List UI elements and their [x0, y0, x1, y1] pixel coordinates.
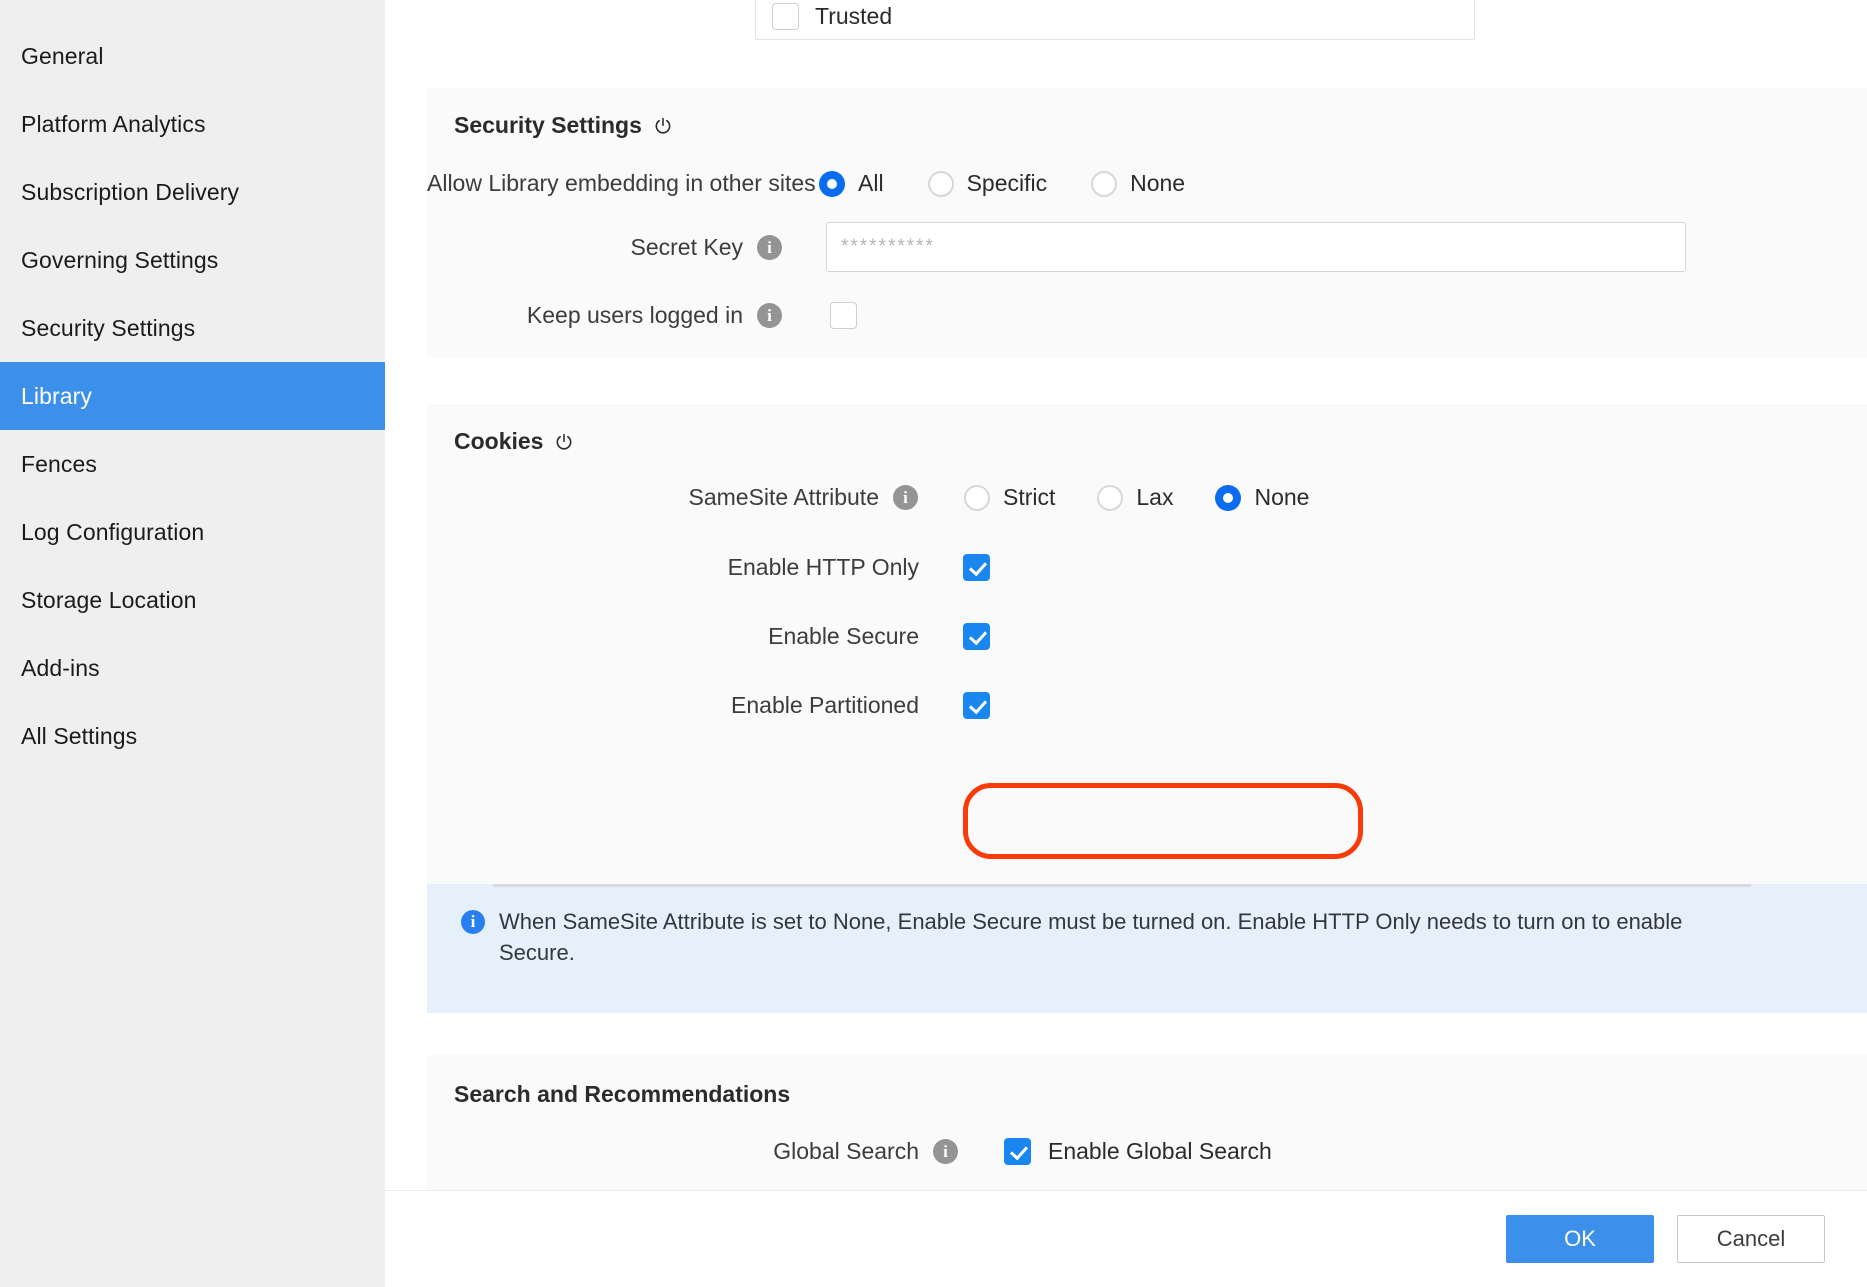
- settings-content: Trusted Security Settings Allow Library …: [385, 0, 1867, 1287]
- http-only-checkbox[interactable]: [963, 554, 990, 581]
- sidebar-item-fences[interactable]: Fences: [0, 430, 385, 498]
- embedding-row: Allow Library embedding in other sites A…: [427, 170, 1867, 197]
- keep-logged-in-label: Keep users logged in: [526, 302, 743, 328]
- sidebar-item-label: Log Configuration: [21, 518, 205, 545]
- radio-indicator[interactable]: [1091, 170, 1118, 197]
- sidebar-item-platform-analytics[interactable]: Platform Analytics: [0, 90, 385, 158]
- samesite-radio-group[interactable]: Strict Lax None: [964, 484, 1309, 511]
- secret-key-row: Secret Key i: [427, 222, 1867, 272]
- partitioned-checkbox[interactable]: [963, 692, 990, 719]
- trusted-checkbox[interactable]: [772, 3, 799, 30]
- info-icon[interactable]: i: [757, 303, 782, 328]
- global-search-checkbox[interactable]: [1004, 1138, 1031, 1165]
- http-only-row: Enable HTTP Only: [427, 554, 1867, 581]
- cookies-title: Cookies: [454, 428, 544, 454]
- sidebar-item-label: Add-ins: [21, 654, 100, 681]
- radio-indicator[interactable]: [964, 484, 990, 511]
- power-reset-icon[interactable]: [554, 432, 574, 452]
- secure-checkbox[interactable]: [963, 623, 990, 650]
- dialog-footer: OK Cancel: [385, 1190, 1867, 1287]
- samesite-radio-lax[interactable]: Lax: [1097, 484, 1173, 511]
- samesite-info-banner: i When SameSite Attribute is set to None…: [427, 884, 1867, 1013]
- samesite-radio-none[interactable]: None: [1215, 484, 1309, 511]
- sidebar-item-security-settings[interactable]: Security Settings: [0, 294, 385, 362]
- embedding-radio-none[interactable]: None: [1091, 170, 1185, 197]
- sidebar-item-label: Governing Settings: [21, 246, 219, 273]
- partitioned-label: Enable Partitioned: [731, 692, 919, 718]
- info-icon[interactable]: i: [933, 1139, 958, 1164]
- sidebar-item-label: Storage Location: [21, 586, 197, 613]
- sidebar-item-label: Fences: [21, 450, 98, 477]
- http-only-label: Enable HTTP Only: [727, 554, 919, 580]
- settings-sidebar: General Platform Analytics Subscription …: [0, 0, 385, 1287]
- sidebar-item-storage-location[interactable]: Storage Location: [0, 566, 385, 634]
- secure-row: Enable Secure: [427, 623, 1867, 650]
- partitioned-row: Enable Partitioned: [427, 692, 1867, 719]
- sidebar-item-add-ins[interactable]: Add-ins: [0, 634, 385, 702]
- global-search-label: Global Search: [773, 1138, 919, 1164]
- embedding-label: Allow Library embedding in other sites: [427, 170, 816, 196]
- info-icon: i: [461, 910, 485, 934]
- sidebar-item-label: General: [21, 42, 104, 69]
- search-recommendations-title: Search and Recommendations: [454, 1081, 791, 1107]
- search-recommendations-heading: Search and Recommendations: [454, 1081, 790, 1108]
- sidebar-item-log-configuration[interactable]: Log Configuration: [0, 498, 385, 566]
- global-search-row: Global Search i Enable Global Search: [427, 1138, 1867, 1165]
- sidebar-item-label: Subscription Delivery: [21, 178, 240, 205]
- sidebar-item-general[interactable]: General: [0, 22, 385, 90]
- trusted-label: Trusted: [815, 3, 893, 29]
- embedding-radio-specific[interactable]: Specific: [927, 170, 1047, 197]
- settings-dialog: General Platform Analytics Subscription …: [0, 0, 1867, 1287]
- sidebar-item-label: Library: [21, 382, 93, 409]
- radio-indicator[interactable]: [1215, 484, 1242, 511]
- samesite-label: SameSite Attribute: [688, 484, 880, 510]
- trusted-panel: Trusted: [755, 0, 1475, 40]
- security-settings-heading: Security Settings: [454, 112, 673, 139]
- radio-indicator[interactable]: [1097, 484, 1124, 511]
- banner-divider: [493, 884, 1751, 887]
- sidebar-item-governing-settings[interactable]: Governing Settings: [0, 226, 385, 294]
- info-icon[interactable]: i: [893, 485, 918, 510]
- info-icon[interactable]: i: [757, 234, 782, 260]
- global-search-checkbox-label: Enable Global Search: [1048, 1138, 1272, 1164]
- secret-key-label: Secret Key: [630, 233, 744, 260]
- embedding-radio-group[interactable]: All Specific None: [819, 170, 1185, 197]
- security-settings-title: Security Settings: [454, 112, 642, 138]
- banner-message: When SameSite Attribute is set to None, …: [499, 909, 1683, 966]
- sidebar-item-label: Platform Analytics: [21, 110, 206, 137]
- samesite-row: SameSite Attribute i Strict Lax None: [427, 484, 1867, 511]
- cookies-heading: Cookies: [454, 428, 574, 455]
- embedding-radio-all[interactable]: All: [819, 170, 884, 197]
- ok-button[interactable]: OK: [1506, 1215, 1654, 1263]
- keep-logged-in-row: Keep users logged in i: [427, 302, 1867, 329]
- sidebar-item-label: Security Settings: [21, 314, 196, 341]
- keep-logged-in-checkbox[interactable]: [830, 302, 857, 329]
- secure-label: Enable Secure: [768, 623, 919, 649]
- power-reset-icon[interactable]: [653, 116, 673, 136]
- security-settings-panel: Security Settings Allow Library embeddin…: [427, 88, 1867, 358]
- sidebar-item-subscription-delivery[interactable]: Subscription Delivery: [0, 158, 385, 226]
- trusted-checkbox-row[interactable]: Trusted: [772, 3, 892, 30]
- samesite-radio-strict[interactable]: Strict: [964, 484, 1055, 511]
- sidebar-item-label: All Settings: [21, 722, 138, 749]
- radio-indicator[interactable]: [927, 170, 954, 197]
- cookies-panel: Cookies SameSite Attribute i Strict Lax …: [427, 404, 1867, 884]
- search-recommendations-panel: Search and Recommendations Global Search…: [427, 1055, 1867, 1195]
- secret-key-input[interactable]: [826, 222, 1686, 272]
- radio-indicator[interactable]: [819, 170, 845, 197]
- sidebar-item-library[interactable]: Library: [0, 362, 385, 430]
- cancel-button[interactable]: Cancel: [1677, 1215, 1825, 1263]
- sidebar-item-all-settings[interactable]: All Settings: [0, 702, 385, 770]
